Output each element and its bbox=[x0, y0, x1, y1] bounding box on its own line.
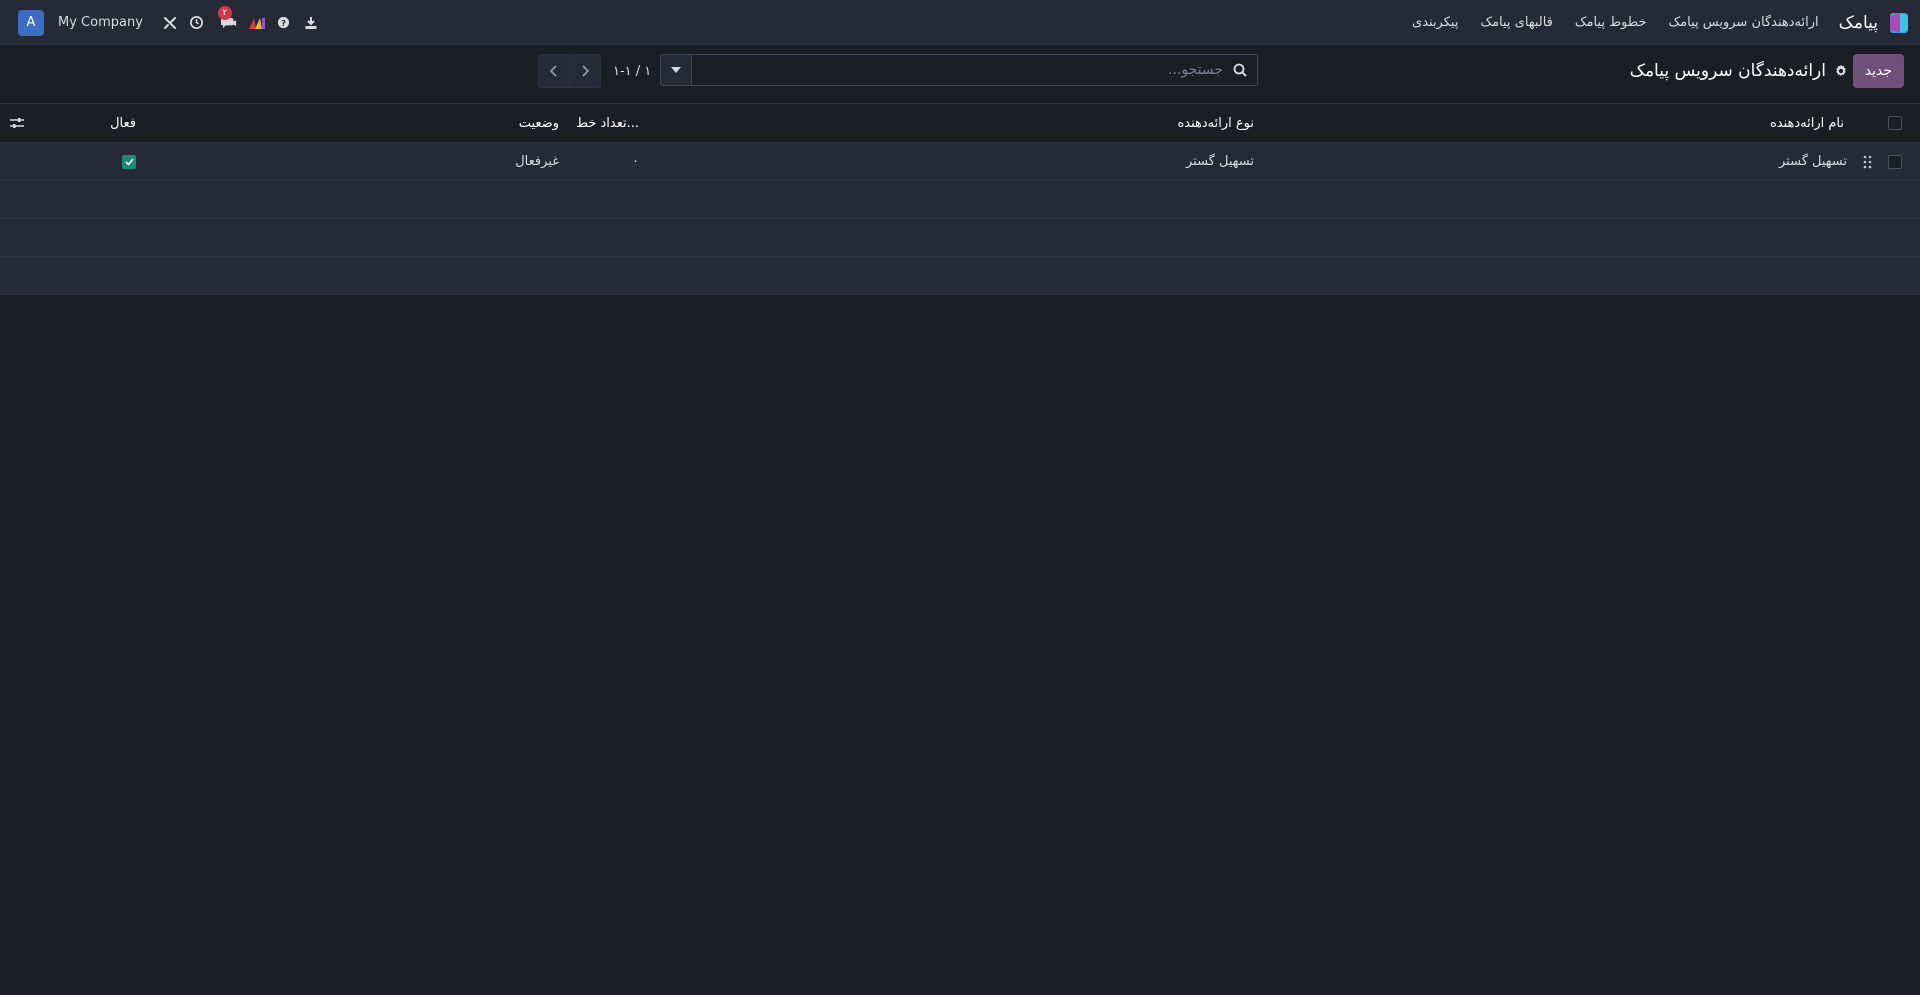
chat-badge: ۲ bbox=[217, 5, 232, 20]
header-provider-name[interactable]: نام ارائه‌دهنده bbox=[1770, 104, 1844, 142]
active-checkbox[interactable] bbox=[122, 154, 136, 169]
table-header: نام ارائه‌دهنده نوع ارائه‌دهنده تعداد خط… bbox=[0, 103, 1920, 143]
navbar-menu: پیامک ارائه‌دهندگان سرویس پیامک خطوط پیا… bbox=[1390, 0, 1910, 45]
search-input[interactable] bbox=[702, 61, 1225, 79]
drag-handle-icon bbox=[1863, 155, 1872, 168]
header-provider-type[interactable]: نوع ارائه‌دهنده bbox=[1177, 104, 1254, 142]
row-select-cell bbox=[1888, 143, 1902, 180]
menu-configuration[interactable]: پیکربندی bbox=[1412, 15, 1458, 30]
chevron-left-icon bbox=[550, 65, 557, 77]
header-active[interactable]: فعال bbox=[110, 104, 136, 142]
optional-columns-toggle[interactable] bbox=[10, 104, 24, 142]
caret-down-icon bbox=[671, 67, 681, 73]
avatar[interactable]: A bbox=[18, 9, 44, 36]
cell-status: غیرفعال bbox=[515, 154, 559, 169]
pager-next-button[interactable] bbox=[538, 54, 570, 88]
check-icon bbox=[124, 157, 134, 166]
top-navbar: پیامک ارائه‌دهندگان سرویس پیامک خطوط پیا… bbox=[0, 0, 1920, 45]
row-select-checkbox[interactable] bbox=[1888, 154, 1902, 169]
systray: A My Company ۲ ? bbox=[18, 0, 329, 45]
list-view: نام ارائه‌دهنده نوع ارائه‌دهنده تعداد خط… bbox=[0, 103, 1920, 295]
new-button[interactable]: جدید bbox=[1852, 54, 1904, 88]
svg-text:?: ? bbox=[281, 18, 286, 28]
table-row[interactable]: تسهیل گستر تسهیل گستر ۰ غیرفعال bbox=[0, 143, 1920, 181]
cell-active bbox=[122, 143, 136, 180]
company-switcher[interactable]: My Company bbox=[58, 15, 143, 30]
header-status[interactable]: وضعیت bbox=[519, 104, 559, 142]
breadcrumb: ارائه‌دهندگان سرویس پیامک bbox=[1630, 54, 1848, 88]
tools-icon[interactable] bbox=[161, 14, 179, 32]
sliders-icon bbox=[10, 118, 24, 128]
search-options-toggle[interactable] bbox=[660, 54, 691, 86]
search-icon[interactable] bbox=[1233, 63, 1247, 77]
app-logo-icon[interactable] bbox=[1888, 11, 1910, 35]
empty-row bbox=[0, 181, 1920, 219]
chat-icon[interactable]: ۲ bbox=[217, 5, 239, 32]
avatar-letter: A bbox=[26, 15, 36, 30]
menu-sms-lines[interactable]: خطوط پیامک bbox=[1575, 15, 1647, 30]
clock-icon[interactable] bbox=[188, 14, 206, 32]
empty-row bbox=[0, 257, 1920, 295]
select-all-cell bbox=[1888, 104, 1902, 142]
help-icon[interactable]: ? bbox=[275, 14, 293, 32]
menu-sms-templates[interactable]: قالبهای پیامک bbox=[1480, 15, 1552, 30]
pager: ۱-۱ / ۱ bbox=[538, 54, 651, 88]
control-panel: جدید ارائه‌دهندگان سرویس پیامک ۱-۱ / ۱ bbox=[0, 45, 1920, 103]
select-all-checkbox[interactable] bbox=[1888, 116, 1902, 130]
header-line-count[interactable]: تعداد خط... bbox=[576, 104, 639, 142]
cell-provider-name: تسهیل گستر bbox=[1779, 154, 1847, 169]
page-title: ارائه‌دهندگان سرویس پیامک bbox=[1629, 61, 1826, 81]
cell-line-count: ۰ bbox=[632, 154, 639, 169]
chevron-right-icon bbox=[582, 65, 589, 77]
gear-icon[interactable] bbox=[1834, 64, 1848, 78]
empty-row bbox=[0, 219, 1920, 257]
download-icon[interactable] bbox=[302, 14, 320, 32]
menu-sms-providers[interactable]: ارائه‌دهندگان سرویس پیامک bbox=[1669, 15, 1819, 30]
pager-value[interactable]: ۱-۱ / ۱ bbox=[613, 64, 651, 79]
pager-previous-button[interactable] bbox=[570, 54, 601, 88]
search-bar bbox=[660, 54, 1258, 86]
search-box bbox=[691, 54, 1258, 86]
app-name[interactable]: پیامک bbox=[1839, 13, 1878, 33]
activity-logo-icon[interactable] bbox=[248, 14, 266, 32]
drag-handle[interactable] bbox=[1863, 143, 1872, 180]
cell-provider-type: تسهیل گستر bbox=[1186, 154, 1254, 169]
